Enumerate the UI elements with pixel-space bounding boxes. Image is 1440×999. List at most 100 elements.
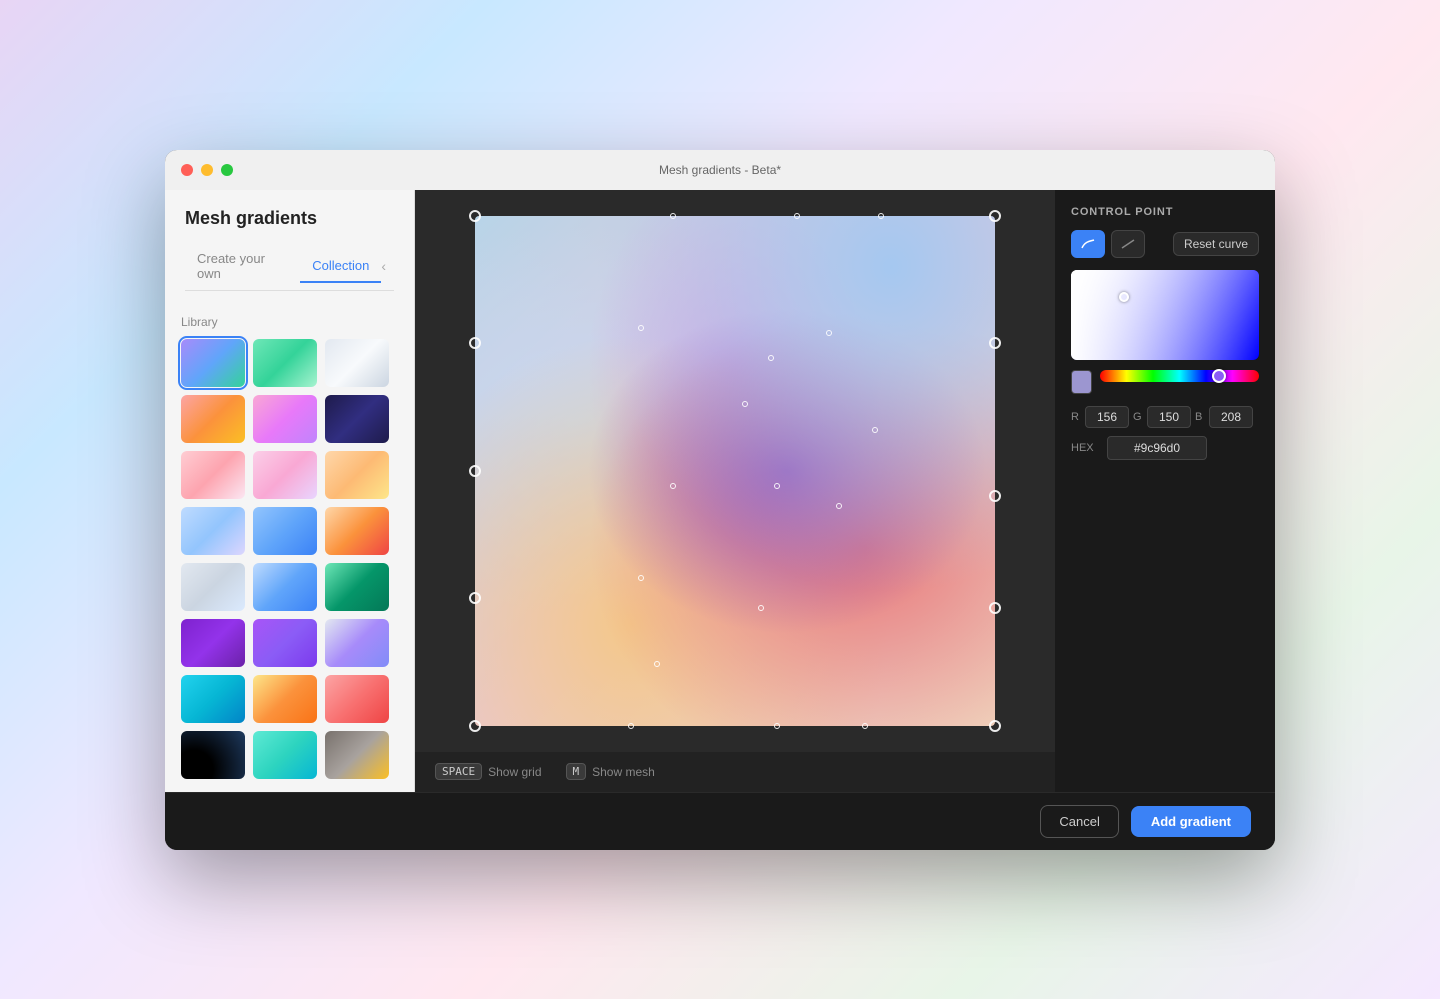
title-bar: Mesh gradients - Beta* <box>165 150 1275 190</box>
cp-left-bottom[interactable] <box>469 720 481 732</box>
cp-left-1[interactable] <box>469 337 481 349</box>
cp-top-right[interactable] <box>989 210 1001 222</box>
main-body: Mesh gradients Create your own Collectio… <box>165 190 1275 792</box>
show-grid-label: Show grid <box>488 765 541 779</box>
right-panel: CONTROL POINT Reset curve <box>1055 190 1275 792</box>
thumb-9[interactable] <box>325 451 389 499</box>
thumb-7[interactable] <box>181 451 245 499</box>
cp-right-3[interactable] <box>989 602 1001 614</box>
curve-btn-ease[interactable] <box>1111 230 1145 258</box>
r-value[interactable]: 156 <box>1085 406 1129 428</box>
cp-inner-11[interactable] <box>654 661 660 667</box>
thumb-20[interactable] <box>253 675 317 723</box>
thumb-14[interactable] <box>253 563 317 611</box>
thumb-24[interactable] <box>325 731 389 779</box>
thumb-18[interactable] <box>325 619 389 667</box>
hue-handle[interactable] <box>1212 369 1226 383</box>
show-mesh-label: Show mesh <box>592 765 655 779</box>
bottom-bar: Cancel Add gradient <box>165 792 1275 850</box>
thumb-1[interactable] <box>181 339 245 387</box>
tab-arrow[interactable]: ‹ <box>381 258 386 274</box>
tabs-row: Create your own Collection ‹ <box>185 243 394 291</box>
cp-inner-6[interactable] <box>670 483 676 489</box>
fullscreen-button[interactable] <box>221 164 233 176</box>
cp-inner-3[interactable] <box>826 330 832 336</box>
close-button[interactable] <box>181 164 193 176</box>
show-grid-hint: SPACE Show grid <box>435 763 542 780</box>
cp-bottom-3[interactable] <box>862 723 868 729</box>
curve-linear-icon <box>1081 239 1095 249</box>
space-key: SPACE <box>435 763 482 780</box>
thumb-16[interactable] <box>181 619 245 667</box>
thumb-11[interactable] <box>253 507 317 555</box>
app-window: Mesh gradients - Beta* Mesh gradients Cr… <box>165 150 1275 850</box>
cp-bottom-2[interactable] <box>774 723 780 729</box>
thumb-13[interactable] <box>181 563 245 611</box>
cancel-button[interactable]: Cancel <box>1040 805 1118 838</box>
cp-right-1[interactable] <box>989 337 1001 349</box>
hex-value[interactable]: #9c96d0 <box>1107 436 1207 460</box>
thumb-2[interactable] <box>253 339 317 387</box>
cp-inner-5[interactable] <box>872 427 878 433</box>
left-panel: Mesh gradients Create your own Collectio… <box>165 190 415 792</box>
thumbnail-row-2 <box>181 395 398 443</box>
cp-top-left[interactable] <box>469 210 481 222</box>
cp-inner-1[interactable] <box>638 325 644 331</box>
gradient-canvas[interactable] <box>475 216 995 726</box>
thumb-19[interactable] <box>181 675 245 723</box>
tab-create-your-own[interactable]: Create your own <box>185 243 300 291</box>
thumb-15[interactable] <box>325 563 389 611</box>
hex-label: HEX <box>1071 442 1099 454</box>
hue-strip[interactable] <box>1100 370 1259 382</box>
add-gradient-button[interactable]: Add gradient <box>1131 806 1251 837</box>
thumbnail-row-4 <box>181 507 398 555</box>
minimize-button[interactable] <box>201 164 213 176</box>
cp-inner-10[interactable] <box>758 605 764 611</box>
cp-top-1[interactable] <box>670 213 676 219</box>
m-key: M <box>566 763 587 780</box>
thumb-4[interactable] <box>181 395 245 443</box>
thumb-8[interactable] <box>253 451 317 499</box>
library-label: Library <box>181 315 398 329</box>
thumb-23[interactable] <box>253 731 317 779</box>
cp-right-bottom[interactable] <box>989 720 1001 732</box>
cp-inner-4[interactable] <box>742 401 748 407</box>
thumb-22[interactable] <box>181 731 245 779</box>
thumb-12[interactable] <box>325 507 389 555</box>
traffic-lights <box>181 164 233 176</box>
color-picker-box[interactable] <box>1071 270 1259 360</box>
reset-curve-button[interactable]: Reset curve <box>1173 232 1259 256</box>
center-panel: SPACE Show grid M Show mesh <box>415 190 1055 792</box>
cp-right-2[interactable] <box>989 490 1001 502</box>
g-label: G <box>1133 411 1143 423</box>
thumb-17[interactable] <box>253 619 317 667</box>
cp-inner-7[interactable] <box>774 483 780 489</box>
cp-inner-9[interactable] <box>638 575 644 581</box>
cp-left-3[interactable] <box>469 592 481 604</box>
cp-bottom-1[interactable] <box>628 723 634 729</box>
cp-top-3[interactable] <box>878 213 884 219</box>
thumb-5[interactable] <box>253 395 317 443</box>
canvas-area[interactable] <box>415 190 1055 752</box>
curve-controls: Reset curve <box>1071 230 1259 258</box>
thumb-6[interactable] <box>325 395 389 443</box>
library-section: Library <box>165 303 414 792</box>
cp-inner-8[interactable] <box>836 503 842 509</box>
cp-inner-2[interactable] <box>768 355 774 361</box>
color-swatch[interactable] <box>1071 370 1092 394</box>
color-picker-handle[interactable] <box>1119 292 1129 302</box>
curve-btn-linear[interactable] <box>1071 230 1105 258</box>
cp-top-2[interactable] <box>794 213 800 219</box>
b-value[interactable]: 208 <box>1209 406 1253 428</box>
thumbnail-row-6 <box>181 619 398 667</box>
g-value[interactable]: 150 <box>1147 406 1191 428</box>
thumbnail-row-3 <box>181 451 398 499</box>
rgb-row: R 156 G 150 B 208 <box>1071 406 1259 428</box>
thumbnail-row-7 <box>181 675 398 723</box>
cp-left-2[interactable] <box>469 465 481 477</box>
tab-collection[interactable]: Collection <box>300 250 381 283</box>
control-point-heading: CONTROL POINT <box>1071 206 1259 218</box>
thumb-21[interactable] <box>325 675 389 723</box>
thumb-3[interactable] <box>325 339 389 387</box>
thumb-10[interactable] <box>181 507 245 555</box>
